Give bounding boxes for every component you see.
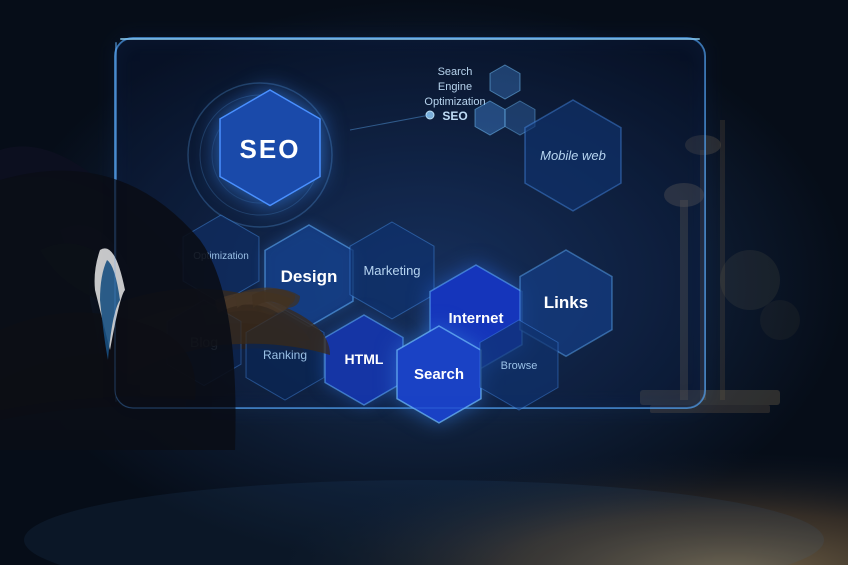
svg-text:Optimization: Optimization <box>424 96 485 108</box>
svg-text:HTML: HTML <box>345 351 384 367</box>
svg-text:Design: Design <box>281 267 338 286</box>
svg-text:Mobile web: Mobile web <box>540 148 606 163</box>
svg-text:Engine: Engine <box>438 81 472 93</box>
svg-text:Links: Links <box>544 293 588 312</box>
svg-text:Ranking: Ranking <box>263 348 307 362</box>
svg-text:SEO: SEO <box>240 134 301 164</box>
svg-text:Internet: Internet <box>448 310 503 327</box>
svg-text:SEO: SEO <box>442 109 467 123</box>
scene-svg: Search Engine Optimization SEO SEO Optim… <box>0 0 848 565</box>
svg-text:Marketing: Marketing <box>363 263 420 278</box>
svg-text:Browse: Browse <box>501 360 538 372</box>
svg-text:Search: Search <box>438 66 473 78</box>
svg-text:Search: Search <box>414 366 464 383</box>
main-scene: Search Engine Optimization SEO SEO Optim… <box>0 0 848 565</box>
